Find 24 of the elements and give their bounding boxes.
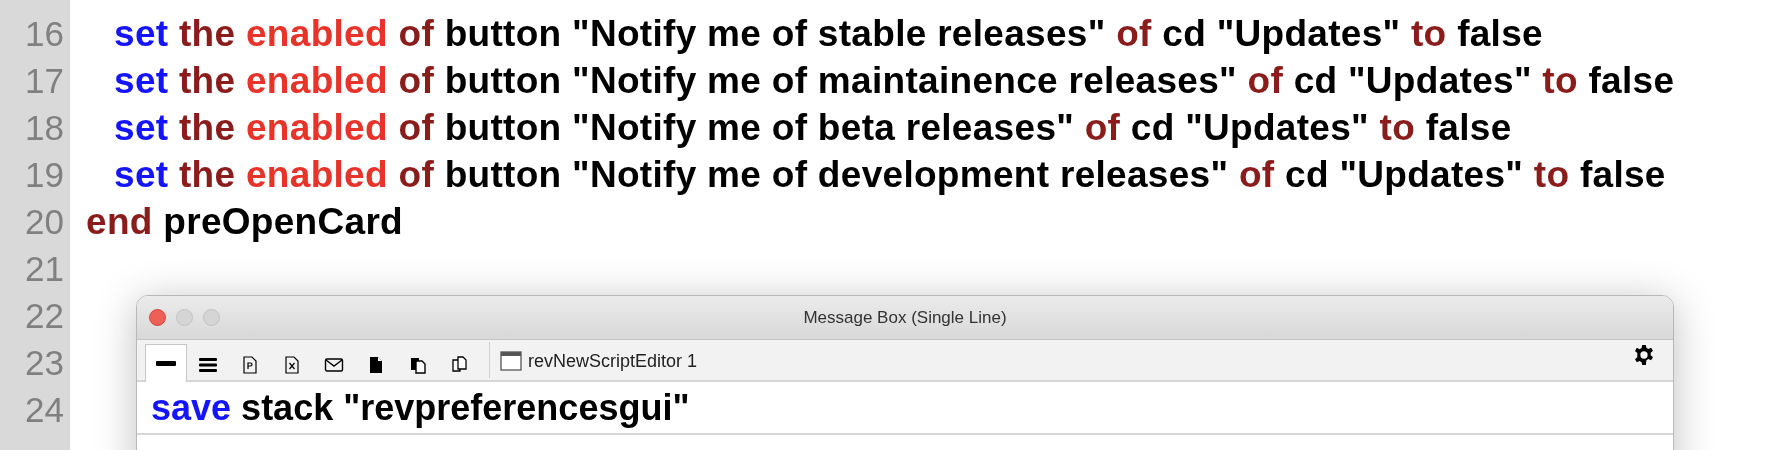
code-line: set the enabled of button "Notify me of development releases" of cd "Updates" to false [114, 153, 1666, 196]
line-number: 16 [25, 13, 64, 54]
code-line: set the enabled of button "Notify me of maintainence releases" of cd "Updates" to false [114, 59, 1675, 102]
code-line: end preOpenCard [86, 200, 404, 243]
document-icon [282, 354, 302, 375]
line-number: 24 [25, 389, 64, 430]
target-stack-selector[interactable]: revNewScriptEditor 1 [496, 342, 702, 380]
code-line: set the enabled of button "Notify me of beta releases" of cd "Updates" to false [114, 106, 1512, 149]
line-number: 19 [25, 154, 64, 195]
close-button[interactable] [149, 309, 166, 326]
window-icon [500, 351, 522, 371]
command-field[interactable]: save stack "revpreferencesgui" [137, 382, 1673, 435]
line-number: 20 [25, 201, 64, 242]
mode-tab[interactable] [145, 344, 187, 382]
line-number: 17 [25, 60, 64, 101]
window-title: Message Box (Single Line) [803, 307, 1007, 327]
document-icon [240, 354, 260, 375]
line-number: 18 [25, 107, 64, 148]
line-number: 22 [25, 295, 64, 336]
code-line: set the enabled of button "Notify me of stable releases" of cd "Updates" to false [114, 12, 1543, 55]
line-number: 23 [25, 342, 64, 383]
copy-icon [450, 354, 470, 375]
line-number: 21 [25, 248, 64, 289]
settings-icon[interactable] [1633, 344, 1655, 366]
